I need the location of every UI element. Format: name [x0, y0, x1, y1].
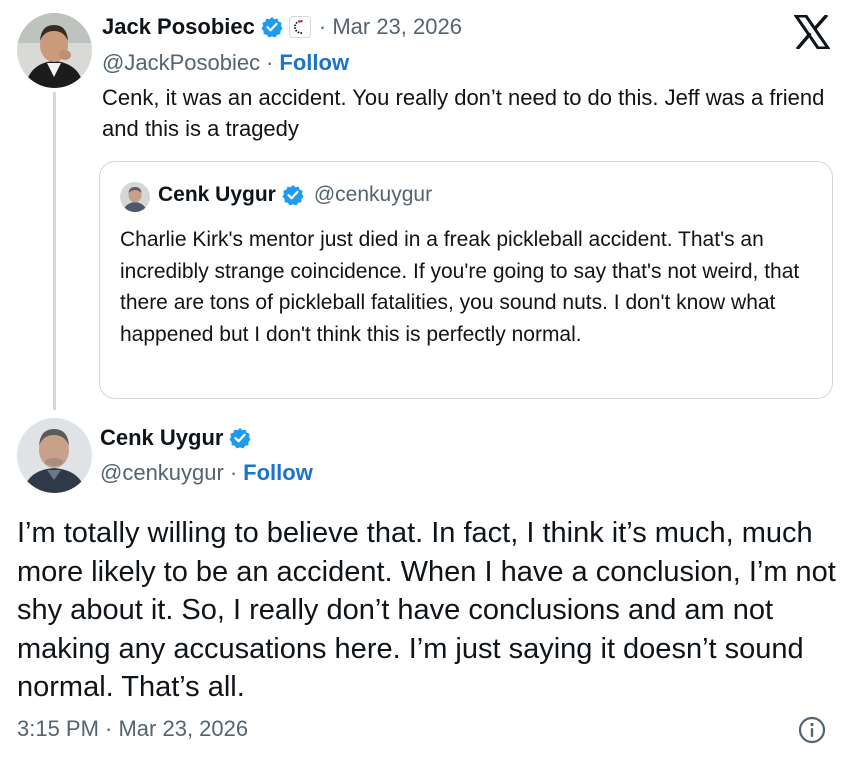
separator: ·: [266, 50, 274, 75]
avatar[interactable]: [17, 13, 92, 88]
info-icon[interactable]: [797, 715, 827, 745]
quoted-author-row: Cenk Uygur @cenkuygur: [158, 183, 432, 207]
quoted-tweet-card[interactable]: Cenk Uygur @cenkuygur Charlie Kirk's men…: [99, 161, 833, 399]
author-name[interactable]: Jack Posobiec: [102, 14, 255, 40]
avatar[interactable]: [17, 418, 92, 493]
follow-button[interactable]: Follow: [243, 460, 313, 486]
author-handle[interactable]: @cenkuygur: [100, 460, 224, 486]
separator: ·: [229, 460, 238, 485]
quoted-author-name: Cenk Uygur: [158, 183, 276, 206]
author-row: Cenk Uygur: [100, 425, 252, 451]
author-row: Jack Posobiec · Mar 23, 2026: [102, 14, 462, 40]
verified-badge-icon: [261, 16, 283, 38]
affiliate-badge-icon[interactable]: [288, 16, 311, 38]
post-date[interactable]: · Mar 23, 2026: [319, 14, 462, 40]
verified-badge-icon: [282, 184, 304, 206]
author-name[interactable]: Cenk Uygur: [100, 425, 223, 451]
handle-row: @JackPosobiec · Follow: [102, 50, 349, 76]
follow-button[interactable]: Follow: [279, 50, 349, 76]
verified-badge-icon: [229, 427, 252, 449]
tweet-text: I’m totally willing to believe that. In …: [17, 517, 836, 703]
quoted-tweet-text: Charlie Kirk's mentor just died in a fre…: [120, 228, 800, 346]
quoted-author-handle: @cenkuygur: [313, 183, 433, 206]
post-timestamp[interactable]: 3:15 PM · Mar 23, 2026: [17, 716, 248, 742]
avatar: [120, 182, 150, 212]
author-handle[interactable]: @JackPosobiec: [102, 50, 260, 76]
thread-line: [53, 92, 56, 410]
handle-row: @cenkuygur · Follow: [100, 460, 313, 486]
x-logo-icon[interactable]: [793, 14, 831, 50]
tweet-text: Cenk, it was an accident. You really don…: [102, 85, 825, 141]
